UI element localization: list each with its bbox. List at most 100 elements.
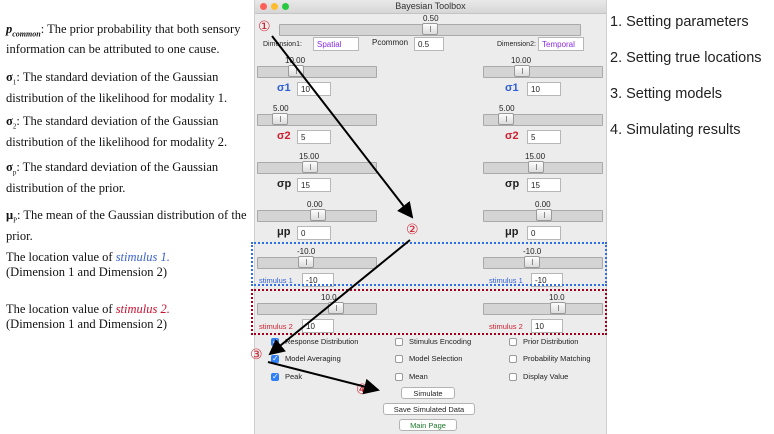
stimulus1-name: stimulus 1. bbox=[115, 250, 170, 264]
dimension2-field[interactable]: Temporal bbox=[538, 37, 584, 51]
mup-description: : The mean of the Gaussian distribution … bbox=[6, 208, 247, 243]
prior-distribution-check-icon[interactable] bbox=[509, 337, 517, 346]
pcommon-note: pcommon: The prior probability that both… bbox=[6, 22, 252, 57]
peak-label: Peak bbox=[285, 372, 303, 381]
stimulus1-highlight-box bbox=[251, 242, 607, 286]
probability-matching-label: Probability Matching bbox=[523, 354, 591, 363]
left-sigma1-slider-thumb[interactable] bbox=[288, 65, 304, 77]
sigma1-note: σ1: The standard deviation of the Gaussi… bbox=[6, 70, 252, 106]
right-sigma1-slider-value: 10.00 bbox=[511, 56, 532, 65]
probability-matching-checkbox[interactable]: Probability Matching bbox=[509, 354, 591, 363]
stimulus2-note: The location value of stimulus 2. (Dimen… bbox=[6, 302, 252, 332]
right-mup-label: μp bbox=[505, 226, 519, 238]
left-sigma1-slider-value: 10.00 bbox=[285, 56, 306, 65]
right-sigma1-field[interactable]: 10 bbox=[527, 82, 561, 96]
right-sigmap-slider-value: 15.00 bbox=[525, 152, 546, 161]
stimulus2-highlight-box bbox=[251, 289, 607, 335]
stimulus-encoding-checkbox[interactable]: Stimulus Encoding bbox=[395, 337, 471, 346]
stimulus1-dims: (Dimension 1 and Dimension 2) bbox=[6, 265, 168, 279]
display-value-checkbox[interactable]: Display Value bbox=[509, 372, 568, 381]
right-sigma2-field[interactable]: 5 bbox=[527, 130, 561, 144]
right-sigmap-slider-thumb[interactable] bbox=[528, 161, 544, 173]
prior-distribution-checkbox[interactable]: Prior Distribution bbox=[509, 337, 578, 346]
stimulus-encoding-check-icon[interactable] bbox=[395, 337, 403, 346]
right-sigmap-slider[interactable] bbox=[483, 161, 603, 174]
right-mup-slider-value: 0.00 bbox=[535, 200, 551, 209]
window-title: Bayesian Toolbox bbox=[395, 1, 466, 11]
stimulus1-note: The location value of stimulus 1. (Dimen… bbox=[6, 250, 252, 280]
left-mup-label: μp bbox=[277, 226, 291, 238]
left-sigmap-slider-thumb[interactable] bbox=[302, 161, 318, 173]
left-mup-field[interactable]: 0 bbox=[297, 226, 331, 240]
step-2: 2. Setting true locations bbox=[610, 50, 762, 66]
stimulus1-prefix: The location value of bbox=[6, 250, 116, 264]
sigma2-symbol: σ bbox=[6, 114, 13, 128]
left-mup-slider-thumb[interactable] bbox=[310, 209, 326, 221]
model-selection-label: Model Selection bbox=[409, 354, 463, 363]
model-averaging-checkbox[interactable]: Model Averaging bbox=[271, 354, 341, 363]
left-sigma1-slider[interactable] bbox=[257, 65, 377, 78]
main-page-button[interactable]: Main Page bbox=[399, 419, 457, 431]
mean-label: Mean bbox=[409, 372, 428, 381]
pcommon-description: : The prior probability that both sensor… bbox=[6, 22, 241, 56]
stimulus2-prefix: The location value of bbox=[6, 302, 116, 316]
right-sigma2-slider-value: 5.00 bbox=[499, 104, 515, 113]
pcommon-field[interactable]: 0.5 bbox=[414, 37, 444, 51]
mean-check-icon[interactable] bbox=[395, 372, 403, 381]
model-averaging-check-icon[interactable] bbox=[271, 354, 279, 363]
right-sigma2-slider-thumb[interactable] bbox=[498, 113, 514, 125]
marker-2: ② bbox=[406, 222, 419, 238]
model-selection-checkbox[interactable]: Model Selection bbox=[395, 354, 462, 363]
left-sigmap-slider-value: 15.00 bbox=[299, 152, 320, 161]
stimulus-encoding-label: Stimulus Encoding bbox=[409, 337, 472, 346]
bayesian-toolbox-window: Bayesian Toolbox 0.50 Dimension1: Spatia… bbox=[251, 0, 607, 434]
right-mup-field[interactable]: 0 bbox=[527, 226, 561, 240]
save-simulated-data-button[interactable]: Save Simulated Data bbox=[383, 403, 475, 415]
right-sigma2-slider[interactable] bbox=[483, 113, 603, 126]
pcommon-slider-thumb[interactable] bbox=[422, 23, 438, 35]
response-distribution-label: Response Distribution bbox=[285, 337, 359, 346]
marker-1: ① bbox=[258, 19, 271, 35]
probability-matching-check-icon[interactable] bbox=[509, 354, 517, 363]
pcommon-slider[interactable] bbox=[279, 23, 581, 36]
left-sigma2-field[interactable]: 5 bbox=[297, 130, 331, 144]
sigmap-description: : The standard deviation of the Gaussian… bbox=[6, 160, 219, 195]
left-sigmap-field[interactable]: 15 bbox=[297, 178, 331, 192]
left-sigma1-field[interactable]: 10 bbox=[297, 82, 331, 96]
right-sigma2-label: σ2 bbox=[505, 130, 519, 142]
sigma2-note: σ2: The standard deviation of the Gaussi… bbox=[6, 114, 252, 150]
mean-checkbox[interactable]: Mean bbox=[395, 372, 428, 381]
pcommon-label: Pcommon bbox=[372, 38, 409, 47]
display-value-label: Display Value bbox=[523, 372, 569, 381]
right-sigmap-field[interactable]: 15 bbox=[527, 178, 561, 192]
right-sigmap-label: σp bbox=[505, 178, 520, 190]
right-sigma1-slider[interactable] bbox=[483, 65, 603, 78]
dimension2-label: Dimension2: bbox=[497, 41, 536, 48]
peak-checkbox[interactable]: Peak bbox=[271, 372, 302, 381]
response-distribution-checkbox[interactable]: Response Distribution bbox=[271, 337, 358, 346]
right-mup-slider[interactable] bbox=[483, 209, 603, 222]
peak-check-icon[interactable] bbox=[271, 372, 279, 381]
display-value-check-icon[interactable] bbox=[509, 372, 517, 381]
stimulus2-name: stimulus 2. bbox=[115, 302, 170, 316]
left-sigma2-slider-thumb[interactable] bbox=[272, 113, 288, 125]
title-bar: Bayesian Toolbox bbox=[255, 0, 606, 14]
left-sigma2-label: σ2 bbox=[277, 130, 291, 142]
step-3: 3. Setting models bbox=[610, 86, 723, 102]
response-distribution-check-icon[interactable] bbox=[271, 337, 279, 346]
left-sigmap-label: σp bbox=[277, 178, 292, 190]
left-sigma2-slider[interactable] bbox=[257, 113, 377, 126]
marker-4: ④ bbox=[356, 382, 369, 398]
left-sigma2-slider-value: 5.00 bbox=[273, 104, 289, 113]
left-mup-slider[interactable] bbox=[257, 209, 377, 222]
left-sigmap-slider[interactable] bbox=[257, 161, 377, 174]
right-mup-slider-thumb[interactable] bbox=[536, 209, 552, 221]
model-selection-check-icon[interactable] bbox=[395, 354, 403, 363]
stimulus2-dims: (Dimension 1 and Dimension 2) bbox=[6, 317, 168, 331]
sigma1-symbol: σ bbox=[6, 70, 13, 84]
dimension1-field[interactable]: Spatial bbox=[313, 37, 359, 51]
right-sigma1-slider-thumb[interactable] bbox=[514, 65, 530, 77]
prior-distribution-label: Prior Distribution bbox=[523, 337, 579, 346]
left-sigma1-label: σ1 bbox=[277, 82, 291, 94]
simulate-button[interactable]: Simulate bbox=[401, 387, 455, 399]
